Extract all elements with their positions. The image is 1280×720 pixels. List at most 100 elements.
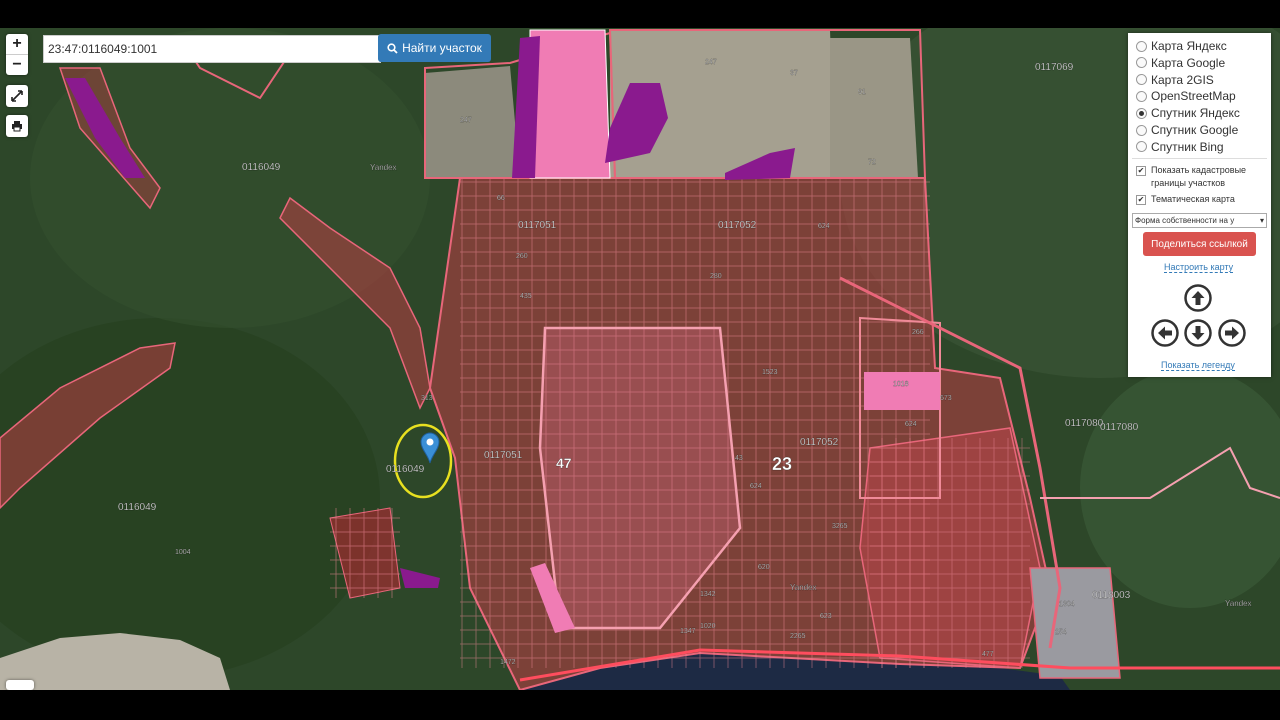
pan-left-button[interactable] [1151,319,1179,347]
quarter-label: 0117052 [718,220,757,231]
print-button[interactable] [6,115,28,137]
layers-panel: Карта Яндекс Карта Google Карта 2GIS OpenSt… [1128,33,1271,377]
configure-map-link[interactable]: Настроить карту [1164,262,1234,273]
plot-number-label: 1342 [700,591,716,598]
thematic-map-label: Тематическая карта [1151,194,1235,204]
yandex-watermark: Yandex [370,163,397,172]
quarter-label: 0117052 [800,437,839,448]
layer-option-label: Спутник Яндекс [1151,106,1240,121]
plot-number-label: 1304 [1059,601,1075,608]
radio-icon [1136,90,1147,102]
show-borders-checkbox[interactable]: ✔ Показать кадастровые границы участков [1136,164,1271,190]
plot-number-label: 1018 [893,381,909,388]
plot-number-label: 435 [520,293,532,300]
zoom-control: + − [6,34,28,75]
layer-option-label: OpenStreetMap [1151,89,1236,104]
layer-option[interactable]: Карта Яндекс [1136,39,1227,53]
resort-area [1029,567,1121,679]
radio-icon [1136,107,1147,119]
plot-number-label: 624 [818,223,830,230]
quarter-label: 0117069 [1035,62,1074,73]
plot-number-label: 1472 [500,659,516,666]
cadastral-search-input[interactable] [43,35,381,63]
radio-icon [1136,74,1147,86]
chevron-down-icon: ▾ [1259,214,1264,227]
plot-number-label: 247 [705,59,717,66]
plot-number-label: 673 [940,395,952,402]
search-icon [387,42,398,54]
divider [1132,158,1267,159]
layer-option[interactable]: OpenStreetMap [1136,89,1236,103]
show-borders-label: Показать кадастровые границы участков [1151,165,1247,188]
quarter-label: 0116049 [242,162,281,173]
plot-number-label: 260 [516,253,528,260]
pan-up-button[interactable] [1184,284,1212,312]
plot-number-label: 620 [758,564,770,571]
share-link-button[interactable]: Поделиться ссылкой [1143,232,1256,256]
expand-icon [11,90,23,102]
plot-number-label: 66 [497,195,505,202]
quarter-label: 0117051 [518,220,557,231]
plot-number-label: 313 [421,395,433,402]
plot-number-label: 1523 [762,369,778,376]
layer-option[interactable]: Спутник Google [1136,123,1238,137]
plot-number-label: 624 [750,483,762,490]
plot-number-label: 1020 [700,623,716,630]
radio-icon [1136,40,1147,52]
plot-number-label: 624 [905,421,917,428]
map-layer[interactable]: 0117069 0116049 0116049 0117051 0117052 01170… [0,28,1280,690]
layer-option-label: Карта Яндекс [1151,39,1227,53]
radio-icon [1136,141,1147,153]
fullscreen-button[interactable] [6,85,28,107]
thematic-map-checkbox[interactable]: ✔ Тематическая карта [1136,193,1235,206]
ownership-select[interactable]: Форма собственности на у ▾ [1132,213,1267,228]
yandex-watermark: Yandex [1225,599,1252,608]
municipal-parcel [864,372,940,410]
check-icon: ✔ [1136,166,1146,176]
zoom-in-button[interactable]: + [6,34,28,54]
plot-number-label: 72 [868,159,876,166]
radio-icon [1136,124,1147,136]
find-plot-label: Найти участок [402,41,482,55]
plot-number-label: 623 [820,613,832,620]
sub-district-label: 47 [556,455,572,471]
plot-number-label: 247 [460,117,472,124]
district-label: 23 [772,454,792,474]
zoom-out-button[interactable]: − [6,54,28,75]
layer-option[interactable]: Карта Google [1136,56,1225,70]
map-corner-button[interactable] [6,680,34,690]
plot-number-label: 91 [858,89,866,96]
yandex-watermark: Yandex [790,583,817,592]
layer-option[interactable]: Спутник Яндекс [1136,106,1240,120]
plot-number-label: 3265 [832,523,848,530]
layer-option[interactable]: Спутник Bing [1136,140,1224,154]
layer-option-label: Спутник Google [1151,123,1239,137]
quarter-label: 0117080 [1100,422,1139,433]
plot-number-label: 266 [912,329,924,336]
layer-option-label: Карта 2GIS [1151,72,1214,87]
pan-right-button[interactable] [1218,319,1246,347]
field-area [425,66,520,178]
plot-number-label: 37 [790,70,798,77]
plot-number-label: 2265 [790,633,806,640]
radio-icon [1136,57,1147,69]
quarter-label: 0116049 [118,502,157,513]
layer-option-label: Спутник Bing [1151,139,1224,154]
plot-number-label: 254 [1055,629,1067,636]
plot-number-label: 1347 [680,628,696,635]
satellite-map[interactable]: 0117069 0116049 0116049 0117051 0117052 01170… [0,28,1280,690]
municipal-parcel [529,29,611,179]
plot-number-label: 280 [710,273,722,280]
pan-down-button[interactable] [1184,319,1212,347]
plot-number-label: 1004 [175,549,191,556]
quarter-label: 0118003 [1092,590,1131,601]
find-plot-button[interactable]: Найти участок [378,34,491,62]
check-icon: ✔ [1136,195,1146,205]
plot-number-label: 477 [982,651,994,658]
plot-number-label: 43 [735,455,743,462]
ownership-select-value: Форма собственности на у [1135,216,1235,225]
layer-option[interactable]: Карта 2GIS [1136,73,1214,87]
show-legend-link[interactable]: Показать легенду [1161,360,1235,371]
layer-option-label: Карта Google [1151,55,1226,70]
printer-icon [12,121,22,132]
